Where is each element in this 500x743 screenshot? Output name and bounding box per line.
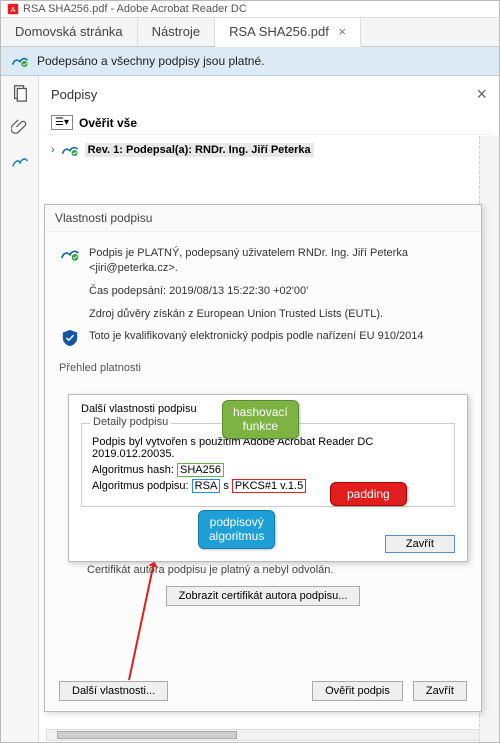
dialog-title: Vlastnosti podpisu [45,205,481,232]
hash-label: Algoritmus hash: [92,464,177,476]
page-edge [479,136,499,742]
callout-signature-algorithm: podpisový algoritmus [198,510,275,549]
validity-overview-label: Přehled platnosti [59,362,467,374]
sig-value-rsa: RSA [192,479,221,493]
scrollbar-thumb[interactable] [57,731,237,739]
verify-all-label: Ověřit vše [79,116,137,130]
trust-source: Zdroj důvěry získán z European Union Tru… [89,307,467,322]
panel-title: Podpisy [51,87,97,102]
details-group-label: Detaily podpisu [90,416,171,428]
window-titlebar: A RSA SHA256.pdf - Adobe Acrobat Reader … [1,1,499,18]
signature-valid-icon [61,143,79,157]
horizontal-scrollbar[interactable] [46,729,480,741]
window-title: RSA SHA256.pdf - Adobe Acrobat Reader DC [23,3,247,15]
partial-text-2: Certifikát autora podpisu je platný a ne… [59,562,467,580]
signature-entry[interactable]: › Rev. 1: Podepsal(a): RNDr. Ing. Jiří P… [47,139,491,161]
hash-value: SHA256 [177,463,224,477]
tab-tools[interactable]: Nástroje [138,18,215,46]
sig-label: Algoritmus podpisu: [92,480,192,492]
sig-value-padding: PKCS#1 v.1.5 [232,479,306,493]
qualified-text: Toto je kvalifikovaný elektronický podpi… [89,329,467,344]
verify-signature-button[interactable]: Ověřit podpis [312,681,403,701]
signature-entry-label: Rev. 1: Podepsal(a): RNDr. Ing. Jiří Pet… [85,143,314,157]
callout-hash-function: hashovací funkce [222,400,299,439]
panel-close-icon[interactable]: × [476,84,487,105]
tab-bar: Domovská stránka Nástroje RSA SHA256.pdf… [1,18,499,47]
qualified-icon [59,329,81,350]
sign-time: Čas podepsání: 2019/08/13 15:22:30 +02'0… [89,284,467,299]
sig-mid: s [220,480,232,492]
validity-line-1b: <jiri@peterka.cz>. [89,261,467,276]
details-close-button[interactable]: Zavřít [385,535,455,553]
app-icon: A [7,3,19,15]
verify-all-row[interactable]: ☰▾ Ověřit vše [47,111,491,135]
left-sidebar [1,76,39,742]
tab-document[interactable]: RSA SHA256.pdf × [215,18,361,47]
validity-line-1: Podpis je PLATNÝ, podepsaný uživatelem R… [89,246,467,261]
chevron-right-icon[interactable]: › [51,144,55,156]
svg-text:A: A [10,5,15,14]
signature-valid-icon [11,54,29,68]
tab-document-label: RSA SHA256.pdf [229,24,329,39]
validity-text: Podepsáno a všechny podpisy jsou platné. [37,54,265,68]
hash-algo-line: Algoritmus hash: SHA256 [92,464,444,476]
attachments-icon[interactable] [11,118,29,136]
verify-menu-icon[interactable]: ☰▾ [51,115,73,130]
pages-icon[interactable] [11,84,29,102]
created-with-line: Podpis byl vytvořen s použitím Adobe Acr… [92,436,444,460]
close-button[interactable]: Zavřít [413,681,467,701]
tab-home[interactable]: Domovská stránka [1,18,138,46]
signature-valid-icon [59,246,81,265]
more-properties-button[interactable]: Další vlastnosti... [59,681,168,701]
show-certificate-button[interactable]: Zobrazit certifikát autora podpisu... [166,586,361,606]
callout-padding: padding [330,482,407,506]
signature-validity-bar: Podepsáno a všechny podpisy jsou platné. [1,47,499,76]
signatures-icon[interactable] [11,152,29,170]
tab-close-icon[interactable]: × [338,24,346,39]
